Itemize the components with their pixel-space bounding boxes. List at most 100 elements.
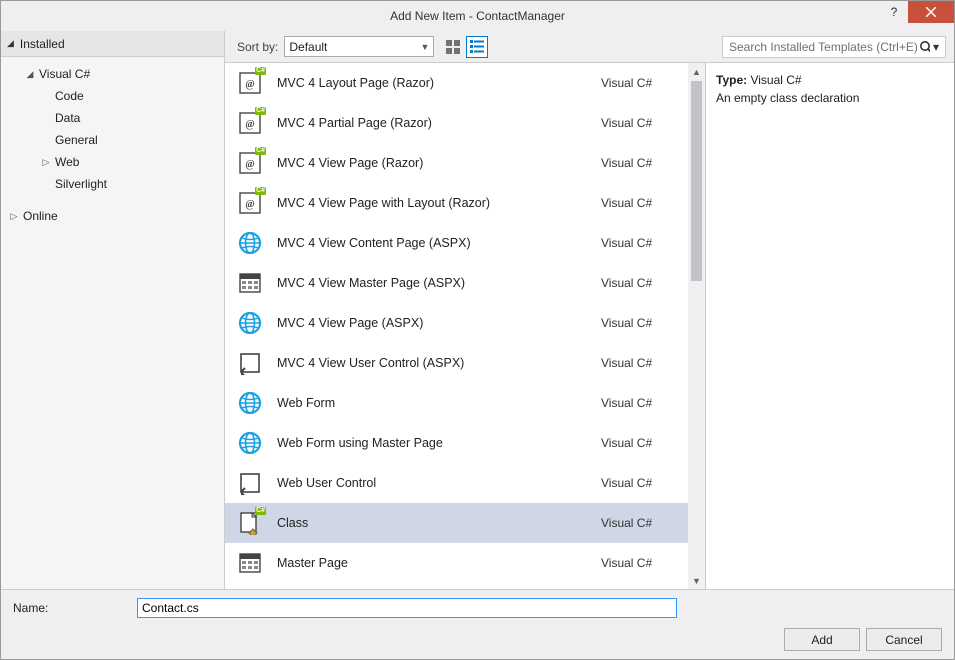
template-lang: Visual C# xyxy=(601,476,683,490)
category-tree: ◢ Visual C# Code Data General ▷ Web xyxy=(1,57,224,233)
window-title: Add New Item - ContactManager xyxy=(1,9,954,23)
expand-icon: ◢ xyxy=(25,69,35,79)
cancel-button[interactable]: Cancel xyxy=(866,628,942,651)
toolbar: Sort by: Default ▼ Search Installed Temp… xyxy=(225,31,954,63)
template-name: MVC 4 View User Control (ASPX) xyxy=(277,356,587,370)
search-placeholder: Search Installed Templates (Ctrl+E) xyxy=(729,40,919,54)
template-row[interactable]: MVC 4 View Content Page (ASPX) Visual C# xyxy=(225,223,705,263)
template-name: Web User Control xyxy=(277,476,587,490)
csharp-badge-icon: C# xyxy=(255,67,266,75)
bottom-bar: Name: Add Cancel xyxy=(1,589,954,659)
add-button[interactable]: Add xyxy=(784,628,860,651)
template-row[interactable]: Web Form using Master PageVisual C# xyxy=(225,423,705,463)
template-name: Master Page xyxy=(277,556,587,570)
expand-icon: ▷ xyxy=(9,211,19,221)
template-icon xyxy=(237,310,263,336)
view-list-button[interactable] xyxy=(466,36,488,58)
template-lang: Visual C# xyxy=(601,276,683,290)
template-row[interactable]: C#MVC 4 Layout Page (Razor)Visual C# xyxy=(225,63,705,103)
template-lang: Visual C# xyxy=(601,396,683,410)
template-icon xyxy=(237,350,263,376)
template-icon: C# xyxy=(237,70,263,96)
tree-node-general[interactable]: General xyxy=(5,129,220,151)
search-icon: ▾ xyxy=(919,40,939,54)
installed-header[interactable]: ◢ Installed xyxy=(1,31,224,57)
template-name: MVC 4 View Content Page (ASPX) xyxy=(277,236,587,250)
template-icon: C# xyxy=(237,150,263,176)
template-row[interactable]: Master Page Visual C# xyxy=(225,543,705,583)
tree-label: Silverlight xyxy=(55,177,107,191)
tree-node-online[interactable]: ▷ Online xyxy=(5,205,220,227)
template-icon: C# xyxy=(237,110,263,136)
template-icon: C# xyxy=(237,190,263,216)
name-label: Name: xyxy=(13,601,129,615)
title-bar: Add New Item - ContactManager ? xyxy=(1,1,954,31)
template-name: MVC 4 View Page (ASPX) xyxy=(277,316,587,330)
template-list[interactable]: C#MVC 4 Layout Page (Razor)Visual C#C#MV… xyxy=(225,63,705,589)
scroll-thumb[interactable] xyxy=(691,81,702,281)
template-row[interactable]: C# MVC 4 Partial Page (Razor) Visual C# xyxy=(225,103,705,143)
template-lang: Visual C# xyxy=(601,436,683,450)
csharp-badge-icon: C# xyxy=(255,187,266,195)
tree-node-data[interactable]: Data xyxy=(5,107,220,129)
scroll-up-icon[interactable]: ▲ xyxy=(688,63,705,80)
template-row[interactable]: MVC 4 View Master Page (ASPX)Visual C# xyxy=(225,263,705,303)
template-lang: Visual C# xyxy=(601,116,683,130)
name-input[interactable] xyxy=(137,598,677,618)
view-grid-button[interactable] xyxy=(442,36,464,58)
csharp-badge-icon: C# xyxy=(255,147,266,155)
template-lang: Visual C# xyxy=(601,356,683,370)
description: An empty class declaration xyxy=(716,91,944,105)
tree-node-silverlight[interactable]: Silverlight xyxy=(5,173,220,195)
dialog-window: Add New Item - ContactManager ? ◢ Instal… xyxy=(0,0,955,660)
template-icon xyxy=(237,390,263,416)
template-row[interactable]: C# MVC 4 View Page (Razor) Visual C# xyxy=(225,143,705,183)
csharp-badge-icon: C# xyxy=(255,507,266,515)
tree-label: Web xyxy=(55,155,79,169)
type-value: Visual C# xyxy=(750,73,801,87)
template-row[interactable]: C#ClassVisual C# xyxy=(225,503,705,543)
template-icon xyxy=(237,230,263,256)
sortby-value: Default xyxy=(289,40,327,54)
tree-node-web[interactable]: ▷ Web xyxy=(5,151,220,173)
template-lang: Visual C# xyxy=(601,236,683,250)
template-icon xyxy=(237,470,263,496)
collapse-icon: ◢ xyxy=(7,38,14,49)
sortby-label: Sort by: xyxy=(237,40,278,54)
search-box[interactable]: Search Installed Templates (Ctrl+E) ▾ xyxy=(722,36,946,58)
template-lang: Visual C# xyxy=(601,156,683,170)
close-button[interactable] xyxy=(908,1,954,23)
template-row[interactable]: MVC 4 View Page (ASPX)Visual C# xyxy=(225,303,705,343)
template-icon: C# xyxy=(237,510,263,536)
template-lang: Visual C# xyxy=(601,556,683,570)
template-icon xyxy=(237,430,263,456)
chevron-down-icon: ▼ xyxy=(420,42,429,52)
tree-label: Code xyxy=(55,89,84,103)
template-name: MVC 4 View Page (Razor) xyxy=(277,156,587,170)
sortby-dropdown[interactable]: Default ▼ xyxy=(284,36,434,57)
template-row[interactable]: MVC 4 View User Control (ASPX) Visual C# xyxy=(225,343,705,383)
close-icon xyxy=(926,7,936,17)
template-lang: Visual C# xyxy=(601,196,683,210)
template-name: Web Form xyxy=(277,396,587,410)
template-name: MVC 4 Layout Page (Razor) xyxy=(277,76,587,90)
template-icon xyxy=(237,550,263,576)
expand-icon: ▷ xyxy=(41,157,51,167)
template-row[interactable]: Web User Control Visual C# xyxy=(225,463,705,503)
template-icon xyxy=(237,270,263,296)
grid-icon xyxy=(445,39,461,55)
template-row[interactable]: Web Form Visual C# xyxy=(225,383,705,423)
template-panel: C#MVC 4 Layout Page (Razor)Visual C#C#MV… xyxy=(225,63,706,589)
template-row[interactable]: Nested Master PageVisual C# xyxy=(225,583,705,589)
scroll-down-icon[interactable]: ▼ xyxy=(688,572,705,589)
info-panel: Type: Visual C# An empty class declarati… xyxy=(706,63,954,589)
tree-node-vcsharp[interactable]: ◢ Visual C# xyxy=(5,63,220,85)
tree-label: Visual C# xyxy=(39,67,90,81)
tree-node-code[interactable]: Code xyxy=(5,85,220,107)
help-button[interactable]: ? xyxy=(880,1,908,23)
installed-label: Installed xyxy=(20,37,65,51)
template-row[interactable]: C#MVC 4 View Page with Layout (Razor)Vis… xyxy=(225,183,705,223)
scrollbar[interactable]: ▲ ▼ xyxy=(688,63,705,589)
template-name: MVC 4 Partial Page (Razor) xyxy=(277,116,587,130)
template-lang: Visual C# xyxy=(601,516,683,530)
